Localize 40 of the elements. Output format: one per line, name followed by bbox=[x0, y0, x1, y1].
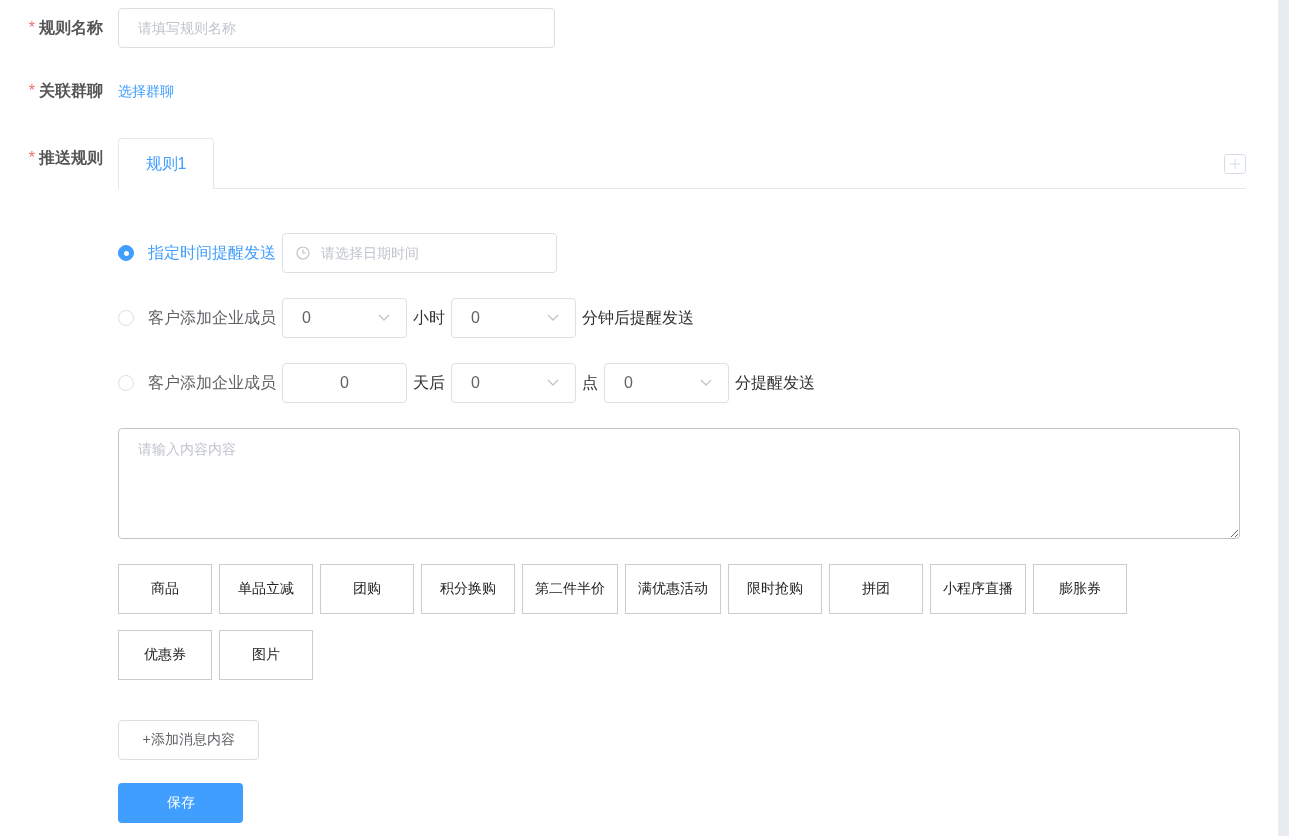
content-type-button[interactable]: 膨胀券 bbox=[1033, 564, 1127, 614]
required-mark: * bbox=[28, 148, 35, 168]
select-field[interactable]: 0 bbox=[451, 298, 576, 338]
chevron-down-icon bbox=[700, 379, 712, 387]
add-tab-icon[interactable] bbox=[1224, 154, 1246, 174]
content-type-button[interactable]: 小程序直播 bbox=[930, 564, 1026, 614]
content-type-button[interactable]: 拼团 bbox=[829, 564, 923, 614]
add-content-button[interactable]: +添加消息内容 bbox=[118, 720, 259, 760]
select-field[interactable]: 0 bbox=[282, 298, 407, 338]
required-mark: * bbox=[28, 18, 35, 38]
option-label[interactable]: 客户添加企业成员 bbox=[148, 372, 276, 394]
field-label: 推送规则 bbox=[39, 148, 103, 168]
select-field[interactable]: 0 bbox=[604, 363, 729, 403]
content-textarea[interactable]: 请输入内容内容 bbox=[118, 428, 1240, 539]
rule-name-field[interactable]: 请填写规则名称 bbox=[118, 8, 555, 48]
unit-label: 点 bbox=[582, 372, 598, 393]
content-type-button[interactable]: 单品立减 bbox=[219, 564, 313, 614]
chevron-down-icon bbox=[547, 379, 559, 387]
content-type-button[interactable]: 满优惠活动 bbox=[625, 564, 721, 614]
content-type-button[interactable]: 图片 bbox=[219, 630, 313, 680]
unit-label: 小时 bbox=[413, 307, 445, 328]
option-label[interactable]: 客户添加企业成员 bbox=[148, 307, 276, 329]
field-label: 规则名称 bbox=[39, 18, 103, 38]
required-mark: * bbox=[28, 81, 35, 101]
content-type-button[interactable]: 第二件半价 bbox=[522, 564, 618, 614]
content-type-button[interactable]: 优惠券 bbox=[118, 630, 212, 680]
unit-label: 天后 bbox=[413, 372, 445, 393]
select-field[interactable]: 0 bbox=[451, 363, 576, 403]
number-field[interactable]: 0 bbox=[282, 363, 407, 403]
content-type-button[interactable]: 积分换购 bbox=[421, 564, 515, 614]
content-type-button[interactable]: 商品 bbox=[118, 564, 212, 614]
unit-label: 分提醒发送 bbox=[735, 372, 815, 393]
chevron-down-icon bbox=[547, 314, 559, 322]
radio-button[interactable] bbox=[118, 245, 134, 261]
field-label: 关联群聊 bbox=[39, 81, 103, 101]
unit-label: 分钟后提醒发送 bbox=[582, 307, 694, 328]
datetime-field[interactable]: 请选择日期时间 bbox=[282, 233, 557, 273]
chevron-down-icon bbox=[378, 314, 390, 322]
content-type-button[interactable]: 团购 bbox=[320, 564, 414, 614]
content-type-button[interactable]: 限时抢购 bbox=[728, 564, 822, 614]
